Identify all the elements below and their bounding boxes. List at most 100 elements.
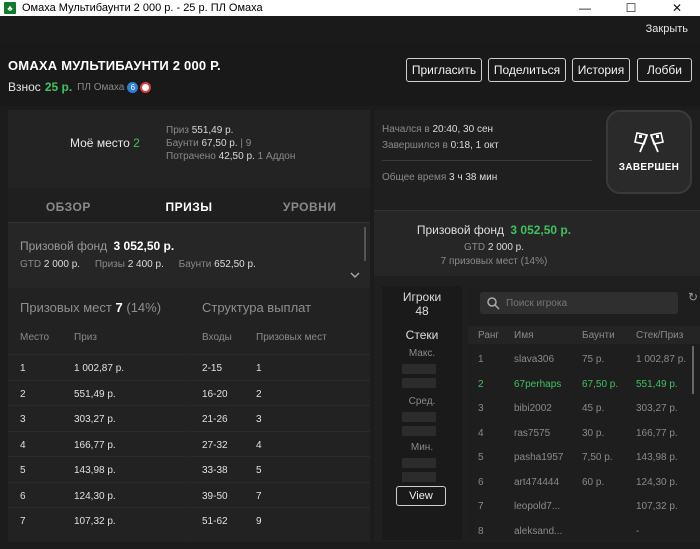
name-cell: aleksand... [514,525,563,537]
max-value-placeholder-2 [402,378,436,388]
prize-pool-label: Призовой фонд [20,239,108,253]
right-gtd-value: 2 000 р. [487,242,525,253]
bounty-value: 652,50 р. [214,259,256,270]
name-cell: slava306 [514,354,555,365]
view-button[interactable]: View [396,486,446,506]
bounty-cell: 75 р. [582,354,605,365]
players-scrollbar[interactable] [692,346,694,394]
right-gtd-label: GTD [463,242,486,253]
prize-places-label: Призовых мест [20,300,112,315]
prize-pool-box: Призовой фонд 3 052,50 р. GTD 2 000 р. П… [8,222,370,288]
ended-label: Завершился в [382,140,448,151]
prizes-value: 2 400 р. [127,259,164,270]
table-row: 39-50 7 [190,481,370,507]
my-bounty-label: Баунти [166,138,199,149]
entries-cell: 51-62 [202,516,228,527]
my-prize-value: 551,49 р. [191,125,234,136]
my-stats: Приз 551,49 р. Баунти 67,50 р. | 9 Потра… [166,124,295,163]
player-row[interactable]: 3 bibi2002 45 р. 303,27 р. [468,395,690,420]
gtd-value: 2 000 р. [43,259,81,270]
players-label: Игроки [402,290,442,304]
table-row: 16-20 2 [190,379,370,405]
close-window-button[interactable]: ✕ [654,0,700,16]
bounty-cell: 67,50 р. [582,378,619,390]
player-row[interactable]: 6 art474444 60 р. 124,30 р. [468,469,690,494]
table-row: 2-15 1 [190,354,370,379]
search-icon [486,296,500,310]
tab-overview[interactable]: ОБЗОР [8,188,129,222]
buyin-line: Взнос 25 р. ПЛ Омаха 6 [8,80,152,94]
col-entries: Входы [202,332,232,343]
invite-button[interactable]: Пригласить [406,58,482,82]
max-value-placeholder [402,364,436,374]
bounty-target-icon [140,81,152,93]
max-label: Макс. [408,348,436,359]
search-box[interactable] [480,292,678,314]
started-value: 20:40, 30 сен [432,124,494,135]
my-bounty-count: | 9 [240,138,252,149]
my-info-box: Моё место 2 Приз 551,49 р. Баунти 67,50 … [8,110,370,176]
my-addon: 1 Аддон [257,151,296,162]
places-cell: 5 [256,465,262,476]
share-button[interactable]: Поделиться [488,58,566,82]
divider [382,160,592,161]
table-row: 4 166,77 р. [8,430,188,456]
tab-prizes[interactable]: ПРИЗЫ [129,188,250,222]
rank-cell: 6 [478,476,484,488]
places-cell: 3 [256,414,262,425]
payout-structure-table: Структура выплат Входы Призовых мест 2-1… [190,290,370,542]
player-row[interactable]: 7 leopold7... 107,32 р. [468,493,690,518]
minimize-button[interactable]: — [562,0,608,16]
close-link[interactable]: Закрыть [646,23,688,35]
places-cell: 2 [256,388,262,400]
total-value: 3 ч 38 мин [449,172,498,183]
bounty-cell: 7,50 р. [582,452,613,463]
right-pool-line: Призовой фонд 3 052,50 р. [374,223,614,237]
player-row[interactable]: 4 ras7575 30 р. 166,77 р. [468,420,690,445]
my-place: Моё место 2 [70,136,140,150]
player-row[interactable]: 8 aleksand... - [468,518,690,543]
stack-cell: 551,49 р. [636,378,678,390]
col-prize-places: Призовых мест [256,332,327,343]
players-count: 48 [415,304,429,318]
buyin-value: 25 р. [44,80,73,94]
table-row: 2 551,49 р. [8,379,188,405]
refresh-icon[interactable]: ↻ [688,290,698,304]
col-rank: Ранг [478,330,500,341]
status-label: ЗАВЕРШЕН [618,161,680,173]
table-row: 7 107,32 р. [8,507,188,532]
history-button[interactable]: История [572,58,630,82]
player-row[interactable]: 5 pasha1957 7,50 р. 143,98 р. [468,444,690,469]
rank-cell: 3 [478,403,484,414]
players-header: Ранг Имя Баунти Стек/Приз [468,326,700,344]
chevron-down-icon[interactable] [350,271,360,282]
maximize-button[interactable]: ☐ [608,0,654,16]
place-cell: 1 [20,363,26,374]
lobby-button[interactable]: Лобби [637,58,692,82]
status-badge: ЗАВЕРШЕН [606,110,692,194]
checkered-flags-icon [634,131,664,154]
table-row: 3 303,27 р. [8,405,188,430]
bounty-cell: 45 р. [582,403,605,414]
stack-cell: 303,27 р. [636,403,678,414]
rank-cell: 5 [478,452,484,463]
entries-cell: 21-26 [202,414,228,425]
payout-structure-title: Структура выплат [202,300,312,315]
table-row: 33-38 5 [190,456,370,481]
player-row[interactable]: 1 slava306 75 р. 1 002,87 р. [468,346,690,371]
search-input[interactable] [506,297,676,309]
stack-cell: 143,98 р. [636,452,678,463]
pool-scrollbar[interactable] [364,227,366,261]
prize-cell: 107,32 р. [74,516,116,527]
players-badge-icon: 6 [127,81,139,93]
tab-levels[interactable]: УРОВНИ [249,188,370,222]
players-stats: Игроки 48 Стеки Макс. Сред. Мин. View [382,286,462,540]
places-cell: 7 [256,490,262,502]
my-place-label: Моё место [70,136,130,150]
rank-cell: 8 [478,525,484,537]
bounty-label: Баунти [178,259,212,270]
window-title: Омаха Мультибаунти 2 000 р. - 25 р. ПЛ О… [22,2,263,14]
gtd-label: GTD [20,259,42,270]
my-spent-label: Потрачено [166,151,216,162]
player-row[interactable]: 2 67perhaps 67,50 р. 551,49 р. [468,371,690,396]
